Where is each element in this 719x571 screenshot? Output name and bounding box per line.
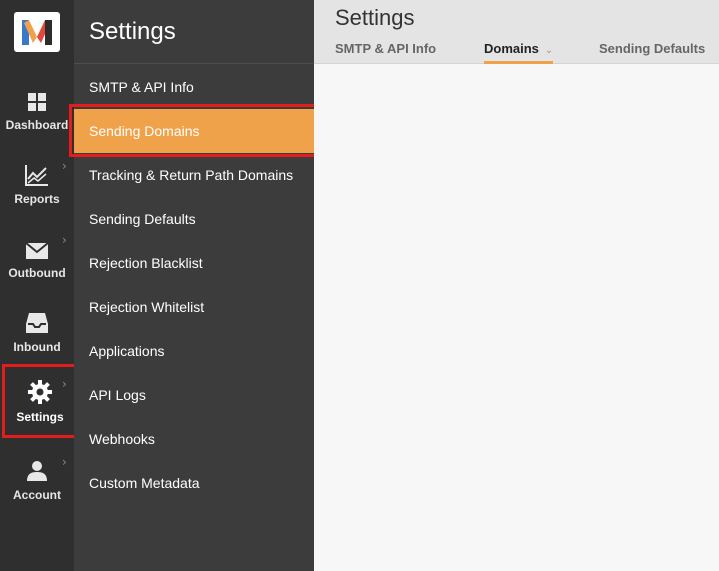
chart-icon (25, 160, 49, 186)
settings-submenu: Settings SMTP & API Info Sending Domains… (74, 0, 314, 571)
chevron-right-icon: › (62, 455, 67, 469)
user-icon (26, 456, 48, 482)
tab-domains[interactable]: Domains ⌄ (484, 41, 554, 64)
main-content: Settings SMTP & API Info Domains ⌄ Sendin… (314, 0, 719, 571)
gear-icon (28, 378, 52, 404)
mandrill-logo (14, 12, 60, 52)
submenu-item-rejection-blacklist[interactable]: Rejection Blacklist (74, 241, 314, 285)
page-title: Settings (335, 5, 415, 30)
nav-outbound-label: Outbound (8, 266, 66, 280)
chevron-right-icon: › (62, 377, 67, 391)
main-header: Settings SMTP & API Info Domains ⌄ Sendin… (314, 0, 719, 64)
submenu-item-webhooks[interactable]: Webhooks (74, 417, 314, 461)
inbox-icon (25, 308, 49, 334)
envelope-icon (25, 234, 49, 260)
chevron-right-icon: › (62, 159, 67, 173)
nav-inbound[interactable]: Inbound (0, 296, 74, 370)
submenu-item-api-logs[interactable]: API Logs (74, 373, 314, 417)
tab-domains-label: Domains (484, 41, 539, 56)
submenu-item-smtp-api-info[interactable]: SMTP & API Info (74, 65, 314, 109)
submenu-item-custom-metadata[interactable]: Custom Metadata (74, 461, 314, 505)
grid-icon (27, 86, 47, 112)
submenu-item-sending-domains[interactable]: Sending Domains (74, 109, 314, 153)
submenu-item-tracking-return-path-domains[interactable]: Tracking & Return Path Domains (74, 153, 314, 197)
nav-dashboard[interactable]: Dashboard (0, 74, 74, 148)
chevron-right-icon: › (62, 233, 67, 247)
nav-settings-label: Settings (16, 410, 64, 424)
logo-container[interactable] (0, 0, 74, 64)
tab-smtp-api-info[interactable]: SMTP & API Info (335, 41, 436, 64)
submenu-item-rejection-whitelist[interactable]: Rejection Whitelist (74, 285, 314, 329)
chevron-down-icon: ⌄ (544, 45, 554, 56)
submenu-title: Settings (89, 17, 176, 45)
submenu-item-sending-defaults[interactable]: Sending Defaults (74, 197, 314, 241)
nav-reports-label: Reports (14, 192, 60, 206)
nav-settings[interactable]: Settings › (2, 364, 78, 438)
tab-sending-defaults[interactable]: Sending Defaults (599, 41, 705, 64)
submenu-item-applications[interactable]: Applications (74, 329, 314, 373)
nav-outbound[interactable]: Outbound › (0, 222, 74, 296)
nav-account[interactable]: Account › (0, 444, 74, 518)
nav-reports[interactable]: Reports › (0, 148, 74, 222)
logo-mark-icon (22, 20, 52, 45)
icon-rail: Dashboard Reports › Outbound › Inbound S… (0, 0, 78, 571)
nav-inbound-label: Inbound (13, 340, 61, 354)
nav-dashboard-label: Dashboard (5, 118, 69, 132)
submenu-header: Settings (74, 0, 314, 64)
nav-account-label: Account (13, 488, 61, 502)
